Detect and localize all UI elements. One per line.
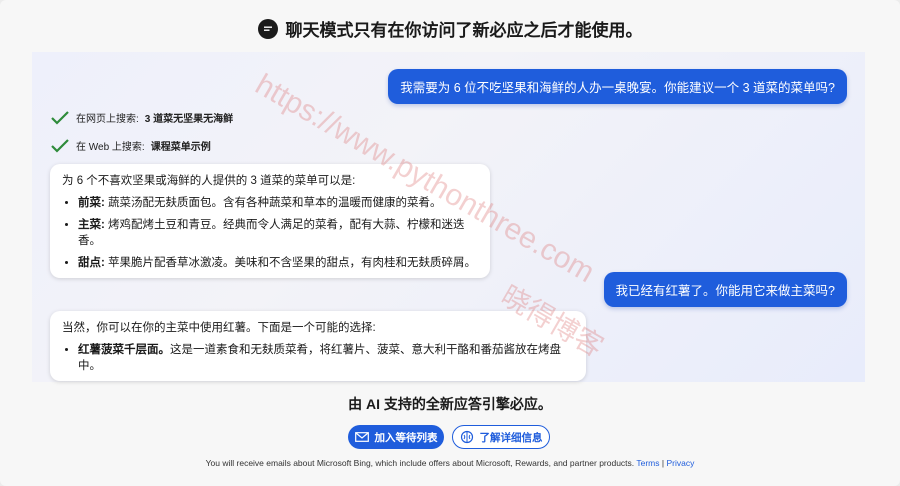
- mail-icon: [354, 432, 369, 442]
- checkmark-icon: [51, 138, 69, 153]
- user-message-2: 我已经有红薯了。你能用它来做主菜吗?: [603, 272, 847, 307]
- link-separator: |: [661, 458, 665, 468]
- terms-link[interactable]: Terms: [636, 458, 659, 468]
- reply-intro: 为 6 个不喜欢坚果或海鲜的人提供的 3 道菜的菜单可以是:: [62, 175, 356, 187]
- checkmark-icon: [51, 110, 69, 125]
- user-message-1: 我需要为 6 位不吃坚果和海鲜的人办一桌晚宴。你能建议一个 3 道菜的菜单吗?: [388, 69, 847, 104]
- search-prefix: 在 Web 上搜索:: [76, 142, 145, 153]
- reply-intro: 当然，你可以在你的主菜中使用红薯。下面是一个可能的选择:: [62, 322, 376, 334]
- search-query: 3 道菜无坚果无海鲜: [144, 114, 234, 125]
- banner-text: 聊天模式只有在你访问了新必应之后才能使用。: [285, 21, 643, 40]
- chat-bubble-icon: [257, 18, 278, 39]
- legal-notice: You will receive emails about Microsoft …: [0, 458, 900, 468]
- join-waitlist-button[interactable]: 加入等待列表: [348, 425, 444, 449]
- list-item: 红薯菠菜千层面。这是一道素食和无麸质菜肴，将红薯片、菠菜、意大利干酪和番茄酱放在…: [78, 341, 574, 373]
- search-prefix: 在网页上搜索:: [76, 114, 139, 125]
- legal-text: You will receive emails about Microsoft …: [205, 458, 635, 468]
- bot-reply-1: 为 6 个不喜欢坚果或海鲜的人提供的 3 道菜的菜单可以是: 前菜: 蔬菜汤配无…: [50, 164, 490, 278]
- privacy-link[interactable]: Privacy: [666, 458, 694, 468]
- chat-panel: 我需要为 6 位不吃坚果和海鲜的人办一桌晚宴。你能建议一个 3 道菜的菜单吗? …: [32, 52, 865, 382]
- bot-reply-2: 当然，你可以在你的主菜中使用红薯。下面是一个可能的选择: 红薯菠菜千层面。这是一…: [50, 311, 586, 381]
- learn-more-label: 了解详细信息: [479, 431, 543, 444]
- chat-availability-banner: 聊天模式只有在你访问了新必应之后才能使用。: [0, 16, 900, 41]
- search-step-1: 在网页上搜索: 3 道菜无坚果无海鲜: [50, 110, 233, 125]
- search-step-2: 在 Web 上搜索: 课程菜单示例: [50, 138, 211, 153]
- list-item: 主菜: 烤鸡配烤土豆和青豆。经典而令人满足的菜肴，配有大蒜、柠檬和迷迭香。: [78, 216, 478, 248]
- list-item: 甜点: 苹果脆片配香草冰激凌。美味和不含坚果的甜点，有肉桂和无麸质碎屑。: [78, 254, 478, 270]
- brain-icon: [460, 430, 473, 444]
- footer-title: 由 AI 支持的全新应答引擎必应。: [348, 396, 552, 412]
- join-waitlist-label: 加入等待列表: [374, 431, 438, 444]
- search-query: 课程菜单示例: [150, 142, 211, 153]
- learn-more-button[interactable]: 了解详细信息: [452, 425, 550, 449]
- page-frame: 聊天模式只有在你访问了新必应之后才能使用。 我需要为 6 位不吃坚果和海鲜的人办…: [0, 0, 900, 486]
- list-item: 前菜: 蔬菜汤配无麸质面包。含有各种蔬菜和草本的温暖而健康的菜肴。: [78, 194, 478, 210]
